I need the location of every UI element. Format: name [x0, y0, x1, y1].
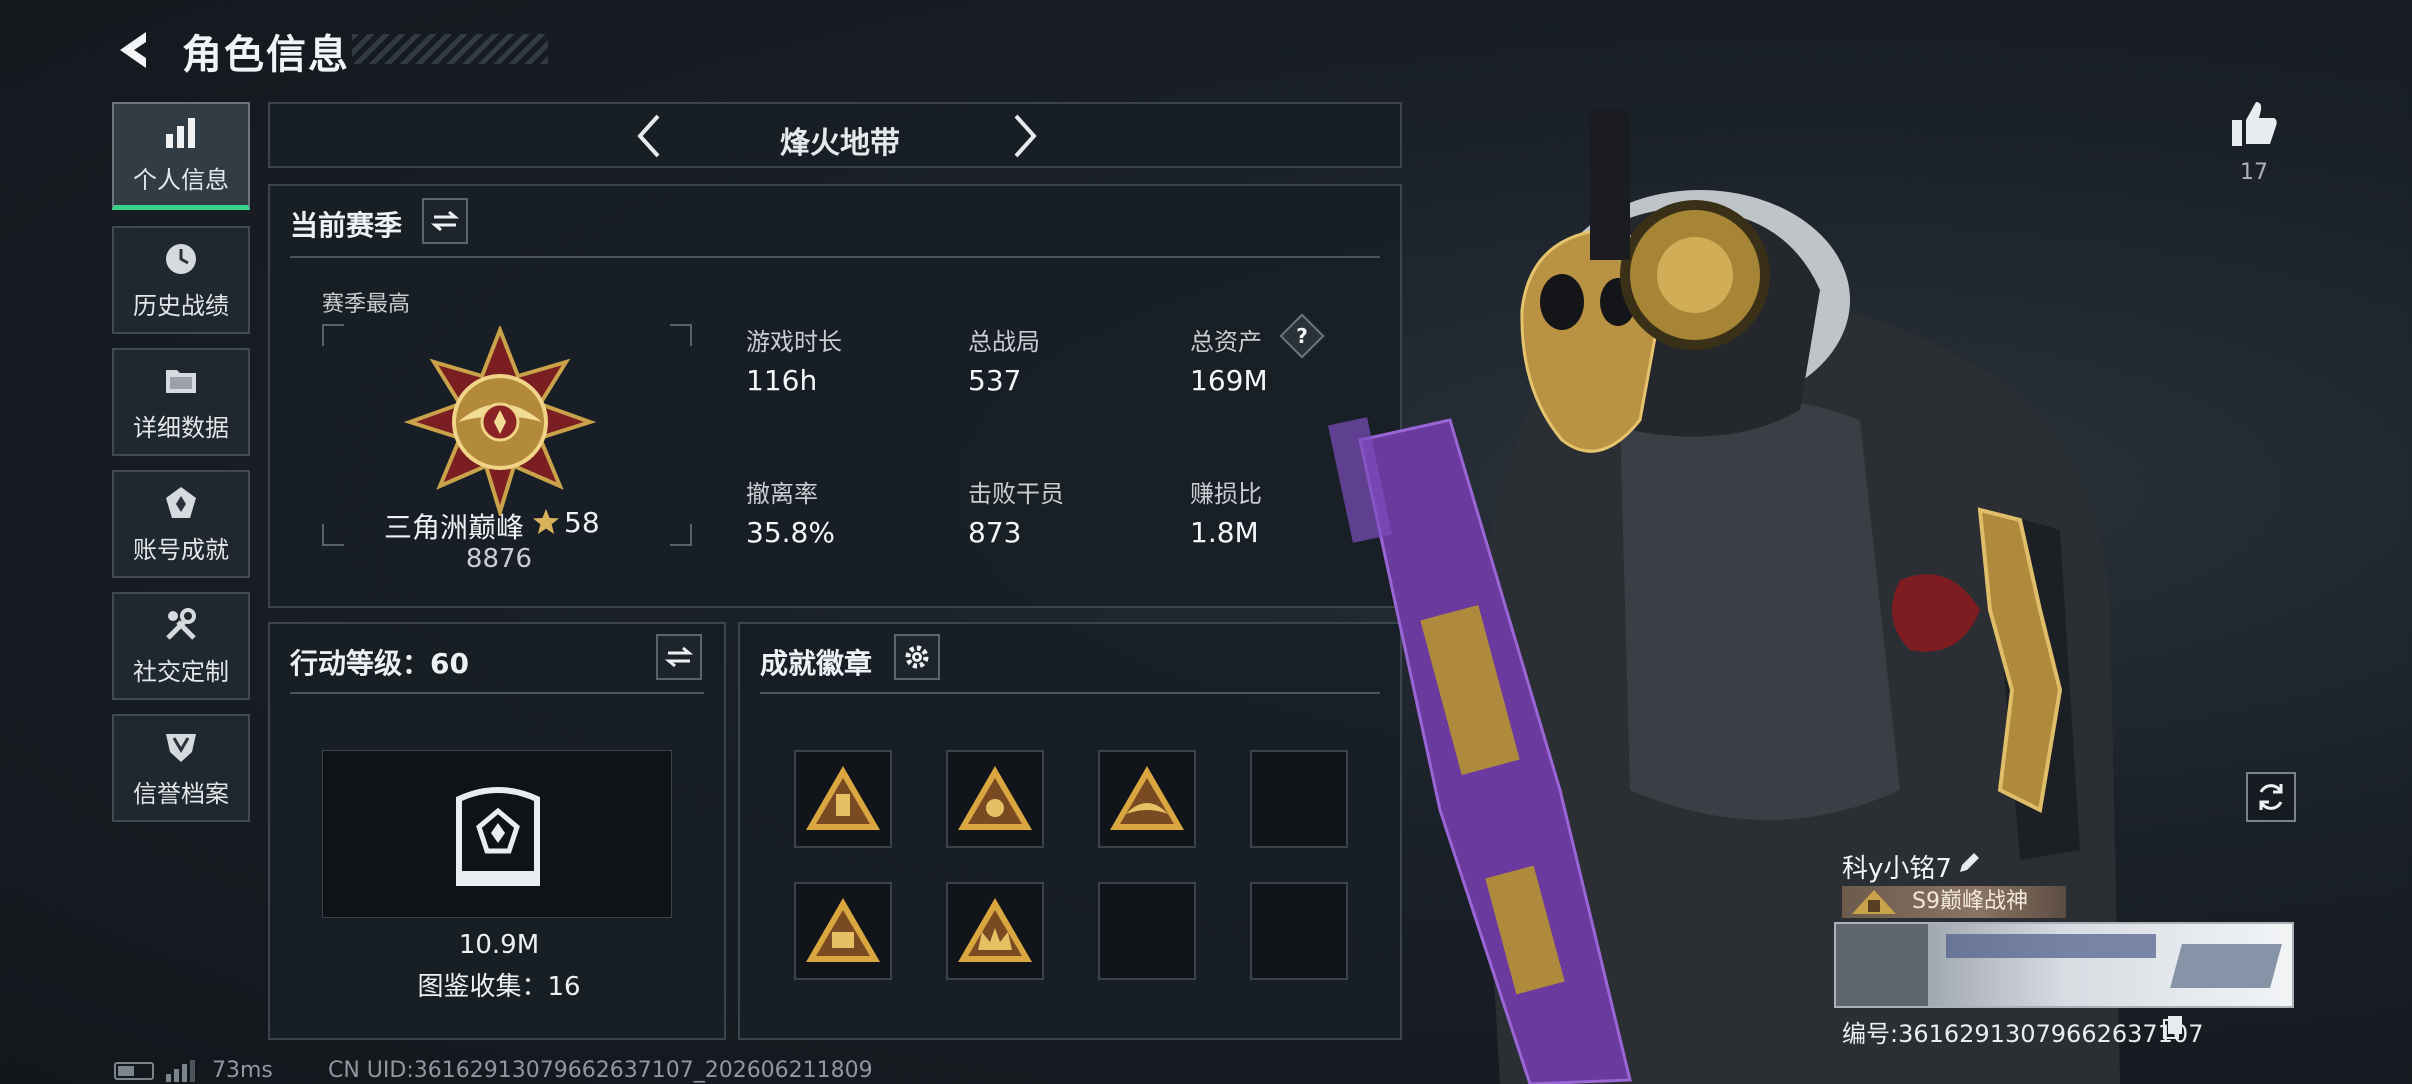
- stat-value-extraction-rate: 35.8%: [746, 516, 835, 549]
- badge-slot[interactable]: [794, 882, 892, 980]
- divider: [290, 692, 704, 694]
- divider: [760, 692, 1380, 694]
- stat-label-operators-defeated: 击败干员: [968, 480, 1064, 508]
- sidebar-item-history[interactable]: 历史战绩: [112, 226, 250, 334]
- divider: [290, 256, 1380, 258]
- mode-selector: 烽火地带: [268, 102, 1402, 168]
- sidebar-item-reputation[interactable]: 信誉档案: [112, 714, 250, 822]
- action-level-panel: 行动等级：60 10.9M 图鉴收集：16: [268, 622, 726, 1040]
- swap-icon: [665, 646, 693, 668]
- stat-value-play-time: 116h: [746, 364, 818, 397]
- stat-label-total-assets: 总资产: [1190, 328, 1262, 356]
- next-mode-arrow-icon[interactable]: [1008, 112, 1042, 160]
- banner-logo: [2170, 944, 2282, 988]
- stat-value-operators-defeated: 873: [968, 516, 1022, 549]
- level-emblem-icon: [453, 779, 543, 889]
- gold-triangle-badge-icon: [806, 766, 880, 830]
- sidebar-item-label: 详细数据: [133, 413, 229, 442]
- avatar: [1836, 924, 1928, 1006]
- frame-corner: [670, 524, 692, 546]
- stat-label-play-time: 游戏时长: [746, 328, 842, 356]
- swap-icon: [431, 210, 459, 232]
- stat-label-total-matches: 总战局: [968, 328, 1040, 356]
- stat-value-total-assets: 169M: [1190, 364, 1268, 397]
- rank-name: 三角洲巅峰: [384, 511, 525, 544]
- collection-count: 图鉴收集：16: [417, 972, 581, 1002]
- mode-label: 烽火地带: [780, 126, 900, 161]
- bar-chart-icon: [166, 118, 195, 148]
- player-name: 科y小铭7: [1842, 854, 1952, 884]
- badge-slot[interactable]: [794, 750, 892, 848]
- back-arrow-icon[interactable]: [112, 28, 156, 72]
- prev-mode-arrow-icon[interactable]: [632, 112, 666, 160]
- stat-value-profit-ratio: 1.8M: [1190, 516, 1259, 549]
- gold-wings-badge-icon: [1110, 766, 1184, 830]
- season-best-label: 赛季最高: [322, 292, 411, 317]
- gear-icon: [905, 645, 929, 669]
- season-panel-title: 当前赛季: [290, 209, 403, 242]
- gold-triangle-badge-icon: [958, 766, 1032, 830]
- signal-icon: [166, 1060, 196, 1084]
- achievement-icon: [166, 486, 196, 518]
- season-switch-button[interactable]: [422, 198, 468, 244]
- page-title: 角色信息: [182, 32, 350, 78]
- history-clock-icon: [166, 243, 196, 274]
- folder-icon: [166, 369, 196, 393]
- rank-score: 8876: [465, 544, 533, 574]
- gold-crown-badge-icon: [958, 898, 1032, 962]
- sidebar-item-label: 历史战绩: [133, 291, 229, 320]
- rank-emblem-icon: [400, 324, 600, 519]
- copy-icon[interactable]: [2162, 1014, 2184, 1040]
- sidebar-item-label: 个人信息: [133, 166, 229, 194]
- title-decoration: [352, 34, 548, 64]
- wrench-icon: [166, 607, 196, 640]
- sidebar-item-achievements[interactable]: 账号成就: [112, 470, 250, 578]
- sidebar-item-label: 社交定制: [133, 657, 229, 686]
- sidebar-item-label: 信誉档案: [133, 779, 229, 808]
- thumbs-up-icon[interactable]: [2228, 98, 2280, 150]
- sidebar-item-label: 账号成就: [133, 535, 229, 564]
- season-panel: 当前赛季 赛季最高 三角洲巅峰 58 8876 游戏时长 116h 总战局 53…: [268, 184, 1402, 608]
- sidebar-item-detailed-data[interactable]: 详细数据: [112, 348, 250, 456]
- sidebar-item-personal-info[interactable]: 个人信息: [112, 102, 250, 210]
- star-icon: [532, 508, 560, 536]
- action-level-title: 行动等级：60: [290, 647, 469, 680]
- battery-icon: [114, 1062, 154, 1080]
- refresh-icon: [2259, 784, 2283, 810]
- frame-corner: [670, 324, 692, 346]
- refresh-button[interactable]: [2246, 772, 2296, 822]
- frame-corner: [322, 524, 344, 546]
- gold-s8-badge-icon: [806, 898, 880, 962]
- edit-pencil-icon[interactable]: [1956, 850, 1982, 876]
- level-value: 10.9M: [458, 930, 540, 960]
- frame-corner: [322, 324, 344, 346]
- sidebar-item-social[interactable]: 社交定制: [112, 592, 250, 700]
- stat-value-total-matches: 537: [968, 364, 1022, 397]
- footer-uid: CN UID:3616291307966263710​7_20260621180…: [328, 1058, 873, 1083]
- stat-label-profit-ratio: 赚损比: [1190, 480, 1262, 508]
- rank-stars: 58: [564, 506, 600, 539]
- badge-slot[interactable]: [946, 750, 1044, 848]
- stat-label-extraction-rate: 撤离率: [746, 480, 818, 508]
- like-count: 17: [2240, 160, 2268, 185]
- badge-panel-title: 成就徽章: [760, 647, 873, 680]
- badge-slot-empty[interactable]: [1098, 882, 1196, 980]
- name-card-banner[interactable]: [1834, 922, 2294, 1008]
- badge-slot[interactable]: [1098, 750, 1196, 848]
- title-badge-icon: [1850, 888, 1898, 916]
- action-level-switch-button[interactable]: [656, 634, 702, 680]
- ping-display: 73ms: [212, 1058, 273, 1083]
- badge-settings-button[interactable]: [894, 634, 940, 680]
- player-serial-number: 编号:3616291307966263710​7: [1842, 1020, 2204, 1048]
- level-display-box: [322, 750, 672, 918]
- badge-slot[interactable]: [946, 882, 1044, 980]
- shield-icon: [166, 733, 196, 762]
- banner-strip: [1946, 934, 2156, 958]
